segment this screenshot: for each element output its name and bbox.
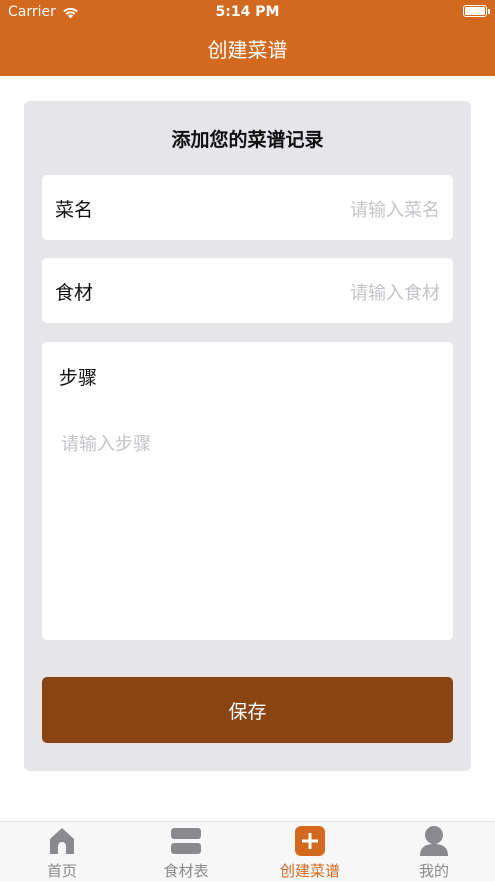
tab-create-recipe[interactable]: 创建菜谱 xyxy=(248,822,372,882)
battery-cap xyxy=(488,9,490,14)
ingredients-field[interactable]: 食材 请输入食材 xyxy=(42,258,453,323)
tab-mine[interactable]: 我的 xyxy=(372,822,495,882)
home-icon xyxy=(50,828,74,854)
plus-icon xyxy=(295,826,325,856)
tab-ingredients-label: 食材表 xyxy=(163,862,209,880)
tab-home[interactable]: 首页 xyxy=(0,822,124,882)
navigation-bar: Carrier 5:14 PM 创建菜谱 xyxy=(0,0,495,76)
page-title: 创建菜谱 xyxy=(207,38,288,62)
tab-mine-label: 我的 xyxy=(418,862,449,880)
person-icon xyxy=(420,826,448,856)
dish-name-field[interactable]: 菜名 请输入菜名 xyxy=(42,175,453,240)
ingredients-input[interactable]: 请输入食材 xyxy=(350,279,440,305)
steps-label: 步骤 xyxy=(59,367,98,389)
list-icon xyxy=(171,828,201,854)
battery-icon xyxy=(463,5,487,17)
tab-bar: 首页 食材表 创建菜谱 我的 xyxy=(0,821,495,881)
tab-ingredients[interactable]: 食材表 xyxy=(124,822,248,882)
dish-name-input[interactable]: 请输入菜名 xyxy=(350,196,440,222)
steps-textarea[interactable]: 请输入步骤 xyxy=(61,430,151,456)
status-time: 5:14 PM xyxy=(215,4,280,20)
dish-name-label: 菜名 xyxy=(55,199,94,221)
form-heading: 添加您的菜谱记录 xyxy=(171,129,324,151)
tab-home-label: 首页 xyxy=(46,862,77,880)
recipe-form-card: 添加您的菜谱记录 菜名 请输入菜名 食材 请输入食材 步骤 请输入步骤 保存 xyxy=(24,101,471,771)
status-bar: Carrier 5:14 PM xyxy=(0,0,495,24)
steps-field[interactable]: 步骤 请输入步骤 xyxy=(42,342,453,640)
tab-create-recipe-label: 创建菜谱 xyxy=(279,862,340,880)
ingredients-label: 食材 xyxy=(55,282,94,304)
save-button[interactable]: 保存 xyxy=(42,677,453,743)
